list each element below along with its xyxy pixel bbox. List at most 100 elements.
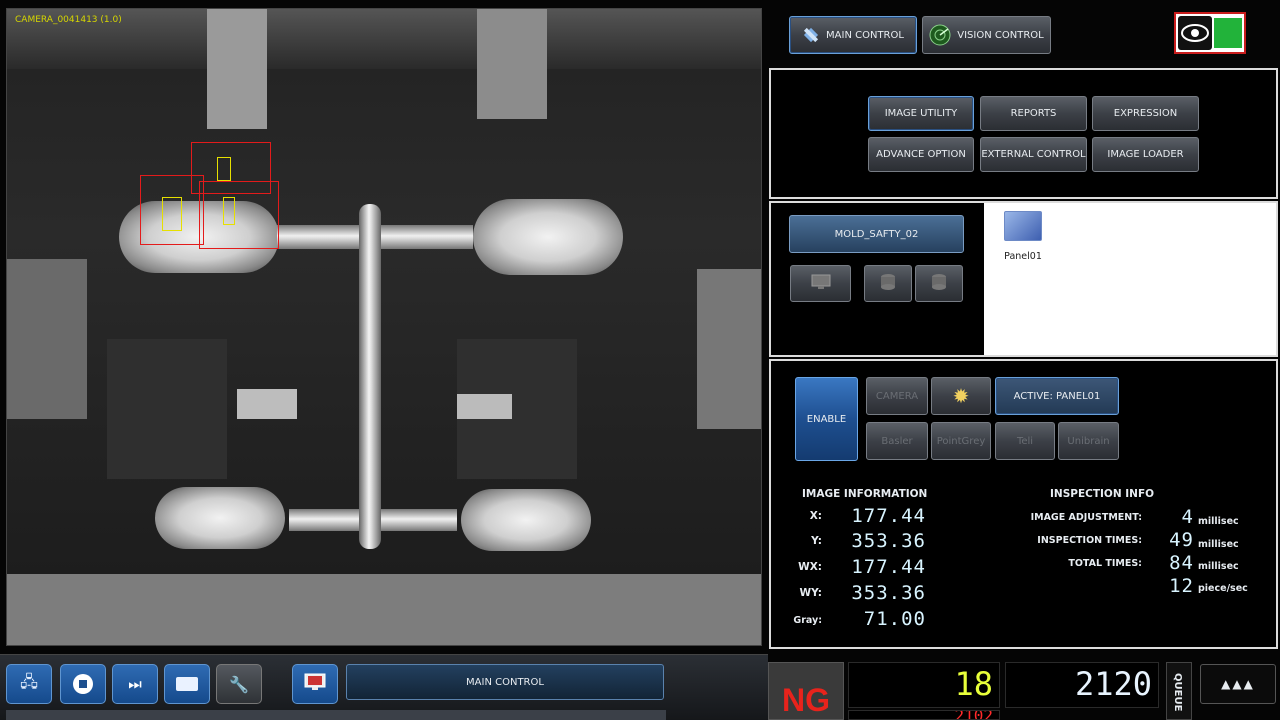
pointgrey-button[interactable]: PointGrey: [931, 422, 991, 460]
roi-marker[interactable]: [217, 157, 231, 181]
gray-value: 71.00: [863, 608, 926, 630]
network-icon: 🖧: [20, 671, 38, 691]
wrench-icon: 🔧: [229, 674, 249, 694]
camera-image[interactable]: CAMERA_0041413 (1.0): [7, 9, 761, 574]
x-value: 177.44: [851, 505, 926, 527]
gray-label: Gray:: [793, 615, 822, 626]
camera-settings-button[interactable]: ✹: [931, 377, 991, 415]
radar-icon: [929, 24, 951, 46]
monitor-button[interactable]: [292, 664, 338, 704]
folder-icon: [176, 677, 198, 691]
mold-cavity: [473, 199, 623, 275]
image-adjustment-unit: millisec: [1198, 516, 1239, 527]
reports-button[interactable]: REPORTS: [980, 96, 1087, 131]
monitor-icon: [304, 673, 326, 695]
vision-control-button[interactable]: VISION CONTROL: [922, 16, 1051, 54]
network-button[interactable]: 🖧: [6, 664, 52, 704]
database-icon: [880, 273, 896, 294]
total-times-value: 84: [1169, 552, 1194, 574]
camera-button[interactable]: CAMERA: [866, 377, 928, 415]
total-count: 2120: [1074, 665, 1152, 703]
database-save-button[interactable]: [864, 265, 912, 302]
camera-label: CAMERA_0041413 (1.0): [15, 15, 122, 25]
image-region: [457, 394, 512, 419]
brand-logo: [1174, 12, 1246, 54]
monitor-settings-button[interactable]: [790, 265, 851, 302]
satellite-icon: [802, 26, 820, 44]
inspection-info-title: INSPECTION INFO: [1050, 488, 1155, 500]
gear-icon: ✹: [952, 384, 970, 408]
panel-file-icon[interactable]: [1004, 211, 1042, 241]
panel-item-label[interactable]: Panel01: [998, 251, 1048, 262]
step-forward-icon: ⏭: [128, 675, 142, 693]
mold-cavity: [461, 489, 591, 551]
teli-button[interactable]: Teli: [995, 422, 1055, 460]
advance-option-button[interactable]: ADVANCE OPTION: [868, 137, 974, 172]
image-region: [107, 339, 227, 479]
main-control-label: MAIN CONTROL: [826, 29, 904, 41]
utility-panel: [769, 68, 1278, 199]
roi-box[interactable]: [199, 181, 279, 249]
total-counter: 2120: [1005, 662, 1159, 708]
logo-green-block: [1214, 18, 1242, 48]
enable-button[interactable]: ENABLE: [795, 377, 858, 461]
ng-status-indicator: NG: [768, 662, 844, 720]
main-control-button[interactable]: MAIN CONTROL: [789, 16, 917, 54]
wy-value: 353.36: [851, 582, 926, 604]
image-adjustment-label: IMAGE ADJUSTMENT:: [1030, 512, 1142, 523]
mold-cavity: [155, 487, 285, 549]
wx-label: WX:: [798, 561, 822, 573]
folder-button[interactable]: [164, 664, 210, 704]
expression-button[interactable]: EXPRESSION: [1092, 96, 1199, 131]
stop-button[interactable]: [60, 664, 106, 704]
image-adjustment-value: 4: [1181, 506, 1194, 528]
total-times-unit: millisec: [1198, 561, 1239, 572]
monitor-icon: [811, 274, 831, 293]
job-name-button[interactable]: MOLD_SAFTY_02: [789, 215, 964, 253]
inspection-times-unit: millisec: [1198, 539, 1239, 550]
throughput-value: 12: [1169, 575, 1194, 597]
step-button[interactable]: ⏭: [112, 664, 158, 704]
queue-tab[interactable]: QUEUE: [1166, 662, 1192, 720]
database-load-button[interactable]: [915, 265, 963, 302]
vision-control-label: VISION CONTROL: [957, 29, 1044, 41]
x-label: X:: [809, 510, 822, 522]
image-region: [7, 259, 87, 419]
roi-marker[interactable]: [223, 197, 235, 225]
stop-icon: [73, 674, 93, 694]
throughput-unit: piece/sec: [1198, 583, 1248, 594]
inspection-times-label: INSPECTION TIMES:: [1037, 535, 1142, 546]
image-utility-button[interactable]: IMAGE UTILITY: [868, 96, 974, 131]
roi-marker[interactable]: [162, 197, 182, 231]
image-loader-button[interactable]: IMAGE LOADER: [1092, 137, 1199, 172]
ng-count: 18: [954, 665, 993, 703]
active-panel-button[interactable]: ACTIVE: PANEL01: [995, 377, 1119, 415]
ng-counter: 18: [848, 662, 1000, 708]
lower-count: 2102: [954, 710, 993, 720]
basler-button[interactable]: Basler: [866, 422, 928, 460]
wx-value: 177.44: [851, 556, 926, 578]
tools-button[interactable]: 🔧: [216, 664, 262, 704]
unibrain-button[interactable]: Unibrain: [1058, 422, 1119, 460]
inspection-times-value: 49: [1169, 529, 1194, 551]
queue-label: QUEUE: [1172, 673, 1183, 712]
camera-view[interactable]: CAMERA_0041413 (1.0): [6, 8, 762, 646]
wy-label: WY:: [799, 587, 822, 599]
external-control-button[interactable]: EXTERNAL CONTROL: [980, 137, 1087, 172]
image-region: [697, 269, 761, 429]
image-region: [207, 9, 267, 129]
main-control-bar[interactable]: MAIN CONTROL: [346, 664, 664, 700]
total-times-label: TOTAL TIMES:: [1068, 558, 1142, 569]
lower-toolbar-row: [6, 710, 666, 720]
panel-list[interactable]: Panel01: [984, 203, 1276, 355]
y-value: 353.36: [851, 530, 926, 552]
y-label: Y:: [811, 535, 822, 547]
image-info-title: IMAGE INFORMATION: [802, 488, 928, 500]
eye-icon: [1178, 16, 1212, 50]
database-icon: [931, 273, 947, 294]
image-region: [237, 389, 297, 419]
lower-counter: 2102: [848, 710, 1000, 720]
expand-up-button[interactable]: ▲▲▲: [1200, 664, 1276, 704]
sprue: [359, 204, 381, 549]
image-region: [477, 9, 547, 119]
